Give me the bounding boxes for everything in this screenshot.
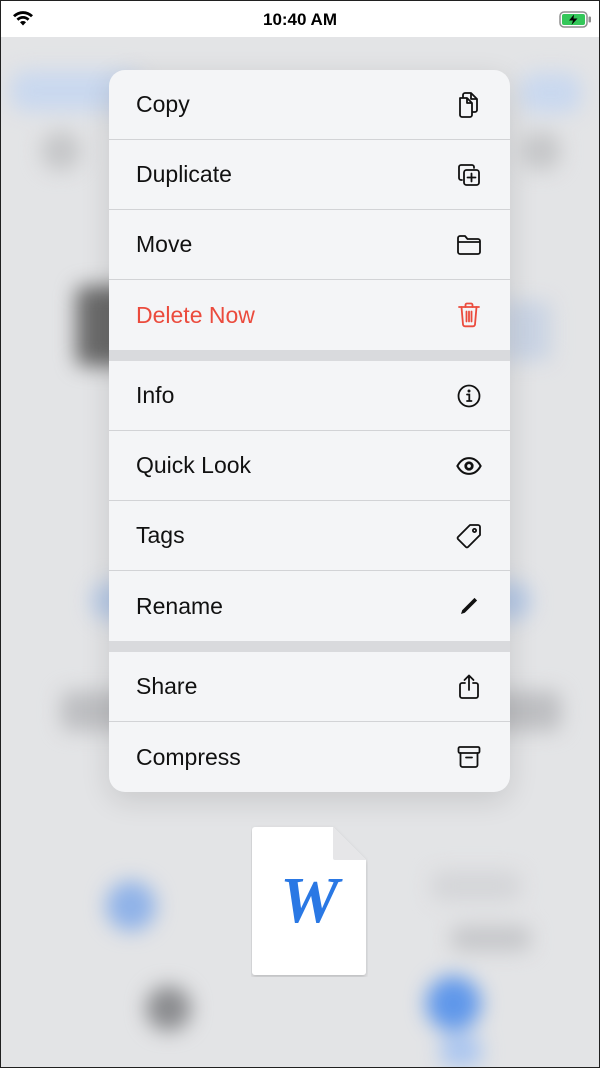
menu-item-label: Tags — [136, 522, 185, 548]
menu-group-separator — [109, 350, 510, 361]
copy-icon — [456, 91, 482, 118]
menu-group-separator — [109, 641, 510, 652]
duplicate-icon — [456, 162, 482, 188]
tag-icon — [456, 523, 482, 549]
menu-item-delete-now[interactable]: Delete Now — [109, 280, 510, 350]
menu-item-label: Move — [136, 231, 193, 257]
trash-icon — [456, 302, 482, 328]
menu-item-tags[interactable]: Tags — [109, 501, 510, 571]
menu-item-quick-look[interactable]: Quick Look — [109, 431, 510, 501]
menu-item-duplicate[interactable]: Duplicate — [109, 140, 510, 210]
archive-icon — [456, 744, 482, 770]
folder-icon — [456, 232, 482, 258]
menu-item-label: Copy — [136, 91, 190, 117]
menu-item-label: Share — [136, 673, 198, 699]
menu-item-label: Delete Now — [136, 301, 255, 328]
menu-item-label: Compress — [136, 743, 241, 770]
menu-item-label: Duplicate — [136, 161, 232, 187]
status-bar: 10:40 AM — [1, 1, 599, 37]
menu-item-compress[interactable]: Compress — [109, 722, 510, 792]
menu-item-label: Rename — [136, 592, 223, 619]
battery-charging-icon — [559, 11, 593, 33]
menu-item-move[interactable]: Move — [109, 210, 510, 280]
status-time: 10:40 AM — [262, 10, 337, 29]
context-menu: Copy Duplicate Move Delete Now Info Quic… — [109, 70, 510, 792]
word-document-preview[interactable]: W — [251, 825, 368, 977]
menu-item-copy[interactable]: Copy — [109, 70, 510, 140]
screen: 10:40 AM Copy Duplicate Move Delete Now … — [0, 0, 600, 1068]
eye-icon — [456, 453, 482, 479]
menu-item-label: Info — [136, 382, 175, 408]
word-document-icon: W — [280, 864, 339, 937]
menu-item-label: Quick Look — [136, 452, 252, 478]
menu-item-info[interactable]: Info — [109, 361, 510, 431]
menu-item-rename[interactable]: Rename — [109, 571, 510, 641]
share-icon — [456, 674, 482, 700]
pencil-icon — [456, 593, 482, 619]
menu-item-share[interactable]: Share — [109, 652, 510, 722]
info-icon — [456, 383, 482, 409]
